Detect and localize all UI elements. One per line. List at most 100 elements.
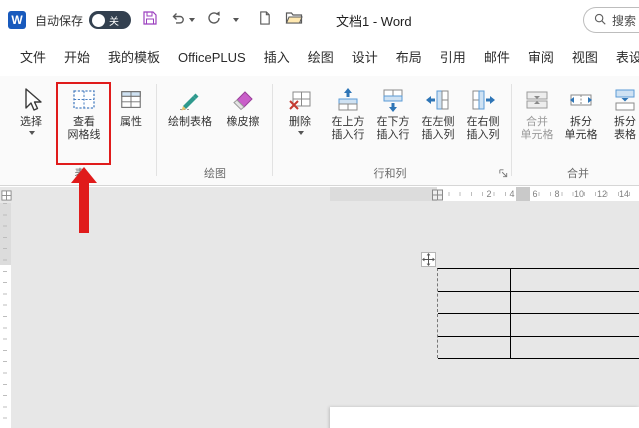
search-label: 搜索 <box>612 13 637 28</box>
chevron-down-icon <box>29 131 35 135</box>
button-label: 绘制表格 <box>168 116 212 128</box>
button-label: 查看 网格线 <box>67 116 101 141</box>
view-gridlines-button[interactable]: 查看 网格线 <box>60 83 108 165</box>
table-properties-icon <box>119 86 143 114</box>
button-label: 橡皮擦 <box>226 116 260 128</box>
autosave-state: 关 <box>109 16 120 28</box>
save-icon <box>142 10 158 31</box>
group-separator <box>511 84 512 176</box>
table-row[interactable] <box>438 269 639 292</box>
gridlines-icon <box>71 86 97 114</box>
dialog-launcher-icon[interactable] <box>498 166 509 184</box>
split-table-icon <box>612 86 638 114</box>
new-document-button[interactable] <box>255 10 273 31</box>
autosave-toggle[interactable]: 关 <box>89 11 132 29</box>
search-box[interactable]: 搜索 <box>583 7 639 33</box>
document-page[interactable] <box>330 407 639 428</box>
insert-left-icon <box>425 86 451 114</box>
move-arrows-icon <box>422 253 435 266</box>
insert-row-above-button[interactable]: 在上方 插入行 <box>326 83 370 165</box>
document-table[interactable] <box>437 268 639 359</box>
new-document-icon <box>257 10 272 31</box>
tab-my-templates[interactable]: 我的模板 <box>100 40 168 76</box>
delete-button[interactable]: 删除 <box>280 83 320 165</box>
group-label-table: 表 <box>74 168 86 180</box>
table-row[interactable] <box>438 314 639 337</box>
button-label: 选择 <box>20 116 42 128</box>
tab-file[interactable]: 文件 <box>12 40 54 76</box>
autosave-label: 自动保存 <box>35 13 84 28</box>
button-label: 在下方 插入行 <box>376 116 410 141</box>
insert-row-below-button[interactable]: 在下方 插入行 <box>371 83 415 165</box>
select-button[interactable]: 选择 <box>8 83 54 165</box>
tab-layout[interactable]: 布局 <box>388 40 430 76</box>
table-row[interactable] <box>438 337 639 359</box>
merge-cells-button: 合并 单元格 <box>516 83 558 165</box>
button-label: 删除 <box>289 116 311 128</box>
insert-below-icon <box>380 86 406 114</box>
tab-table-design[interactable]: 表设计 <box>608 40 639 76</box>
ruler-number: 12 <box>596 189 607 199</box>
group-separator <box>272 84 273 176</box>
redo-icon <box>206 10 222 31</box>
tab-insert[interactable]: 插入 <box>256 40 298 76</box>
horizontal-ruler[interactable]: 2 4 6 8 10 12 14 <box>0 187 639 201</box>
group-label-draw: 绘图 <box>204 168 226 180</box>
cursor-arrow-icon <box>18 86 44 114</box>
ruler-number: 2 <box>486 189 492 199</box>
tab-references[interactable]: 引用 <box>432 40 474 76</box>
tab-view[interactable]: 视图 <box>564 40 606 76</box>
tab-home[interactable]: 开始 <box>56 40 98 76</box>
ruler-margin-segment <box>330 187 437 201</box>
split-cells-icon <box>568 86 594 114</box>
ribbon: 选择 查看 网格线 属性 表 绘制表格 橡皮擦 绘图 删除 在上方 插入行 在下… <box>0 76 639 186</box>
tab-review[interactable]: 审阅 <box>520 40 562 76</box>
word-logo: W <box>8 11 26 29</box>
open-folder-icon <box>285 10 303 31</box>
eraser-icon <box>230 86 256 114</box>
toggle-knob <box>92 13 106 27</box>
split-cells-button[interactable]: 拆分 单元格 <box>560 83 602 165</box>
group-separator <box>156 84 157 176</box>
vertical-ruler[interactable] <box>0 203 11 428</box>
undo-button[interactable] <box>169 11 187 29</box>
customize-qat-chevron-icon[interactable] <box>233 18 240 22</box>
ruler-column-divider[interactable] <box>516 187 530 201</box>
insert-column-right-button[interactable]: 在右侧 插入列 <box>461 83 505 165</box>
document-title: 文档1 - Word <box>336 13 412 29</box>
eraser-button[interactable]: 橡皮擦 <box>220 83 266 165</box>
insert-right-icon <box>470 86 496 114</box>
button-label: 拆分 单元格 <box>564 116 598 141</box>
ruler-number: 10 <box>573 189 584 199</box>
button-label: 在左侧 插入列 <box>421 116 455 141</box>
table-move-handle[interactable] <box>421 252 436 267</box>
tab-officeplus[interactable]: OfficePLUS <box>170 40 254 76</box>
ruler-column-marker-icon[interactable] <box>431 188 444 206</box>
undo-dropdown-chevron-icon[interactable] <box>189 18 196 22</box>
undo-icon <box>170 10 186 31</box>
ruler-number: 4 <box>509 189 515 199</box>
insert-above-icon <box>335 86 361 114</box>
merge-cells-icon <box>524 86 550 114</box>
chevron-down-icon <box>298 131 304 135</box>
save-button[interactable] <box>141 10 159 31</box>
delete-table-icon <box>287 86 313 114</box>
tab-mailings[interactable]: 邮件 <box>476 40 518 76</box>
vertical-ruler-ticks <box>3 203 7 428</box>
open-file-button[interactable] <box>285 11 303 29</box>
insert-column-left-button[interactable]: 在左侧 插入列 <box>416 83 460 165</box>
split-table-button[interactable]: 拆分 表格 <box>604 83 639 165</box>
button-label: 在上方 插入行 <box>331 116 365 141</box>
button-label: 拆分 表格 <box>614 116 636 141</box>
redo-button[interactable] <box>205 10 223 31</box>
group-label-merge: 合并 <box>567 168 589 180</box>
pencil-icon <box>177 86 203 114</box>
ruler-number: 6 <box>532 189 538 199</box>
ruler-number: 14 <box>618 189 629 199</box>
draw-table-button[interactable]: 绘制表格 <box>164 83 216 165</box>
table-properties-button[interactable]: 属性 <box>112 83 150 165</box>
table-row[interactable] <box>438 292 639 314</box>
button-label: 属性 <box>120 116 142 128</box>
tab-design[interactable]: 设计 <box>344 40 386 76</box>
tab-draw[interactable]: 绘图 <box>300 40 342 76</box>
